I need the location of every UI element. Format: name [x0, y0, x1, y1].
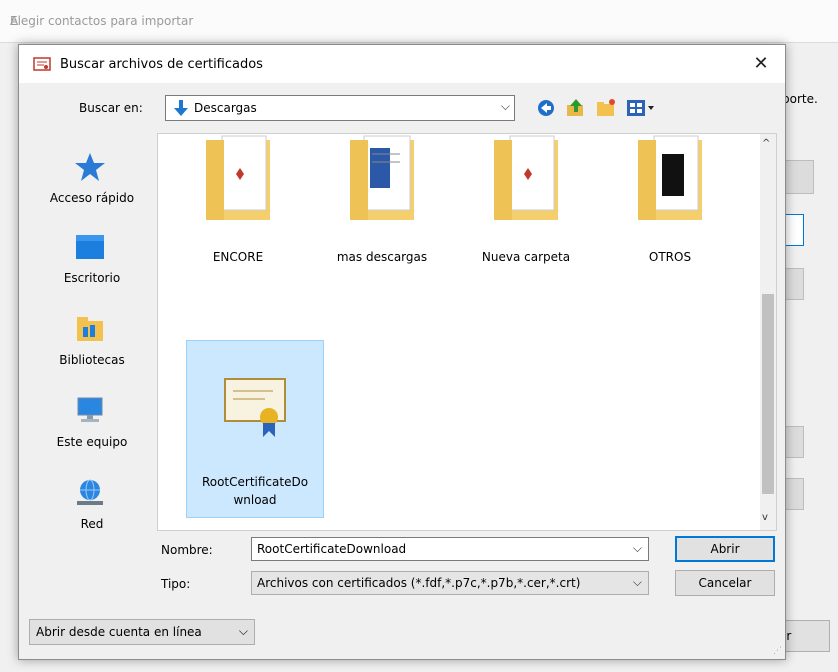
vertical-scrollbar[interactable]: ^ v	[760, 134, 776, 530]
parent-control	[784, 214, 804, 246]
folder-icon	[206, 135, 270, 220]
resize-grip-icon[interactable]: ⋰	[773, 646, 782, 656]
certificate-icon	[224, 378, 286, 437]
parent-control	[784, 268, 804, 300]
filename-label: Nombre:	[161, 543, 213, 557]
file-item-root-certificate[interactable]: RootCertificateDo wnload	[186, 340, 324, 518]
folder-label: mas descargas	[336, 250, 428, 264]
up-folder-icon[interactable]	[565, 97, 587, 119]
folder-item-mas-descargas[interactable]: mas descargas	[314, 134, 450, 284]
star-icon	[75, 153, 105, 181]
scroll-up-icon[interactable]: ^	[762, 138, 770, 149]
network-icon	[77, 479, 103, 505]
scroll-thumb[interactable]	[762, 294, 774, 494]
filename-input[interactable]: RootCertificateDownload ⌵	[251, 537, 649, 561]
open-online-account-button[interactable]: Abrir desde cuenta en línea ⌵	[29, 619, 255, 645]
folder-icon	[350, 135, 414, 220]
look-in-dropdown[interactable]: Descargas ⌵	[165, 95, 515, 121]
folder-icon	[494, 135, 558, 220]
place-quick-access[interactable]: Acceso rápido	[29, 147, 155, 225]
places-bar: Acceso rápido Escritorio Bibliotecas Est…	[29, 133, 155, 531]
dialog-title: Buscar archivos de certificados	[60, 57, 263, 72]
scroll-down-icon[interactable]: v	[762, 512, 768, 523]
close-button[interactable]: ✕	[747, 51, 775, 77]
folder-label: OTROS	[648, 250, 692, 264]
parent-partial-text: porte.	[782, 92, 818, 106]
chevron-down-icon: ⌵	[632, 541, 642, 555]
chevron-down-icon: ⌵	[238, 624, 248, 638]
file-label-line2: wnload	[233, 493, 277, 507]
look-in-value: Descargas	[194, 101, 257, 115]
online-button-label: Abrir desde cuenta en línea	[36, 625, 202, 639]
folder-label: ENCORE	[212, 250, 264, 264]
place-label: Bibliotecas	[59, 353, 125, 367]
folder-item-otros[interactable]: OTROS	[602, 134, 738, 284]
parent-titlebar: Elegir contactos para importar A	[0, 0, 838, 43]
folder-item-nueva-carpeta[interactable]: Nueva carpeta	[458, 134, 594, 284]
new-folder-icon[interactable]	[595, 97, 617, 119]
file-list: ENCORE mas descargas Nueva carpeta OTROS…	[157, 133, 777, 531]
place-network[interactable]: Red	[29, 473, 155, 551]
chevron-down-icon: ⌵	[500, 99, 510, 113]
place-label: Acceso rápido	[49, 191, 135, 205]
certificate-app-icon	[33, 57, 51, 71]
folder-label: Nueva carpeta	[481, 250, 571, 264]
folder-item-encore[interactable]: ENCORE	[170, 134, 306, 284]
find-certificates-dialog: Buscar archivos de certificados ✕ Buscar…	[18, 44, 786, 660]
chevron-down-icon: ⌵	[632, 575, 642, 589]
libraries-icon	[77, 317, 103, 341]
filetype-value: Archivos con certificados (*.fdf,*.p7c,*…	[257, 576, 581, 590]
cancel-button[interactable]: Cancelar	[675, 570, 775, 596]
computer-icon	[77, 397, 103, 422]
file-label-line1: RootCertificateDo	[201, 475, 309, 489]
downloads-arrow-icon	[174, 100, 188, 116]
place-desktop[interactable]: Escritorio	[29, 227, 155, 305]
parent-control	[784, 160, 814, 194]
folder-icon	[638, 135, 702, 220]
place-label: Red	[80, 517, 104, 531]
look-in-label: Buscar en:	[79, 101, 143, 115]
place-libraries[interactable]: Bibliotecas	[29, 309, 155, 387]
place-label: Escritorio	[63, 271, 121, 285]
filename-value: RootCertificateDownload	[257, 542, 407, 556]
filetype-label: Tipo:	[161, 577, 191, 591]
filetype-dropdown[interactable]: Archivos con certificados (*.fdf,*.p7c,*…	[251, 571, 649, 595]
view-menu-icon[interactable]	[625, 97, 657, 119]
desktop-icon	[76, 235, 104, 259]
place-this-pc[interactable]: Este equipo	[29, 391, 155, 469]
place-label: Este equipo	[56, 435, 128, 449]
back-icon[interactable]	[535, 97, 557, 119]
parent-side-mark: A	[10, 14, 19, 28]
parent-control	[784, 426, 804, 458]
dialog-titlebar: Buscar archivos de certificados ✕	[19, 45, 785, 83]
parent-control	[784, 478, 804, 510]
open-button[interactable]: Abrir	[675, 536, 775, 562]
